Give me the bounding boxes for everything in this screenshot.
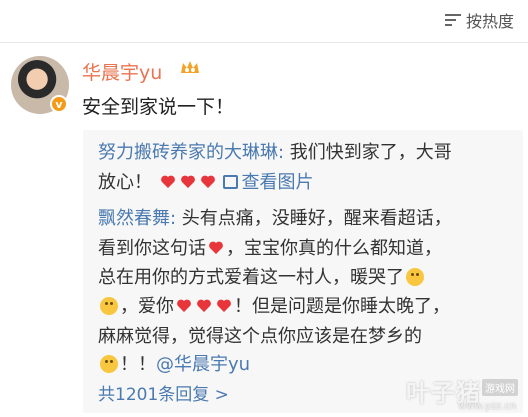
reply-1-line-2: 放心！ 查看图片	[98, 168, 313, 194]
more-replies-link[interactable]: 共1201条回复 >	[98, 380, 229, 405]
post-username[interactable]: 华晨宇yu	[82, 58, 162, 85]
reply-2-l5: 麻麻觉得，觉得这个点你应该是在梦乡的	[98, 326, 422, 347]
reply-2-line-6: ！！@华晨宇yu	[98, 350, 250, 376]
sort-lines-icon	[444, 14, 461, 26]
heart-icon	[160, 175, 175, 188]
view-image-label: 查看图片	[241, 172, 314, 193]
reply-1-text2: 放心！	[98, 172, 152, 193]
sort-label: 按热度	[465, 12, 514, 31]
heart-icon	[177, 299, 191, 312]
verified-badge-icon: v	[50, 95, 68, 113]
reply-2-l4b: ！但是问题是你睡太晚了，	[234, 296, 450, 317]
reply-1-author[interactable]: 努力搬砖养家的大琳琳:	[98, 142, 284, 163]
crying-emoji-icon	[100, 297, 118, 315]
laugh-cry-emoji-icon	[100, 355, 118, 373]
reply-2-l2a: 看到你这句话	[98, 238, 206, 259]
reply-2-line-1: 飘然春舞: 头有点痛，没睡好，醒来看超话，	[98, 204, 452, 230]
reply-2-l2b: ，宝宝你真的什么都知道，	[226, 238, 442, 259]
watermark-url: www.yzz.cn	[458, 401, 517, 412]
watermark: 叶子猪 游戏网 www.yzz.cn	[400, 371, 524, 415]
watermark-tag: 游戏网	[482, 379, 518, 396]
crying-emoji-icon	[406, 268, 424, 286]
reply-2-line-2: 看到你这句话 ，宝宝你真的什么都知道，	[98, 234, 442, 260]
reply-2-l1: 头有点痛，没睡好，醒来看超话，	[176, 208, 452, 229]
sort-by-hot-button[interactable]: 按热度	[444, 8, 514, 32]
reply-2-line-3: 总在用你的方式爱着这一村人，暖哭了	[98, 263, 426, 289]
post-text: 安全到家说一下！	[82, 96, 235, 118]
heart-icon	[200, 175, 215, 188]
reply-2-l6a: ！！	[120, 354, 156, 375]
heart-icon	[217, 299, 231, 312]
reply-1-line-1: 努力搬砖养家的大琳琳: 我们快到家了，大哥	[98, 138, 452, 164]
heart-icon	[180, 175, 195, 188]
reply-2-l3: 总在用你的方式爱着这一村人，暖哭了	[98, 267, 404, 288]
vip-crown-icon	[178, 58, 202, 78]
top-bar: 按热度	[0, 0, 528, 40]
divider	[0, 42, 528, 43]
image-icon	[223, 175, 239, 189]
reply-2-line-5: 麻麻觉得，觉得这个点你应该是在梦乡的	[98, 322, 422, 348]
reply-2-l4a: ，爱你	[120, 296, 174, 317]
heart-icon	[197, 299, 211, 312]
reply-2-author[interactable]: 飘然春舞:	[98, 208, 176, 229]
view-image-link[interactable]: 查看图片	[223, 172, 313, 193]
mention-link[interactable]: @华晨宇yu	[156, 354, 250, 375]
reply-2-line-4: ，爱你 ！但是问题是你睡太晚了，	[98, 292, 450, 318]
heart-icon	[209, 241, 223, 254]
reply-1-text: 我们快到家了，大哥	[284, 142, 452, 163]
